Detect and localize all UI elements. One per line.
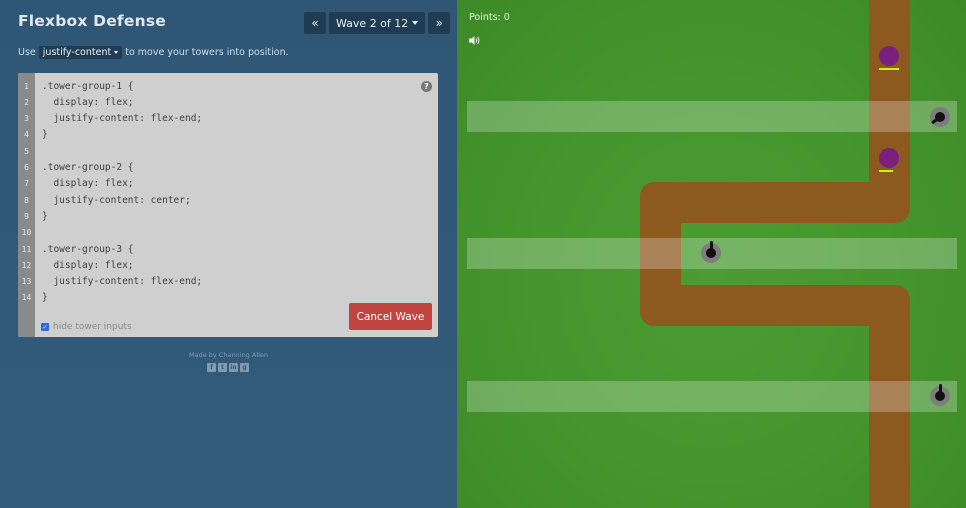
- points-counter: Points: 0: [469, 12, 510, 23]
- line-number: 10: [21, 228, 32, 238]
- property-dropdown[interactable]: justify-content: [38, 46, 123, 59]
- instruction-prefix: Use: [18, 47, 36, 58]
- enemy-health-bar: [879, 170, 893, 172]
- code-text: display: flex;: [42, 96, 134, 108]
- code-line[interactable]: 9}: [18, 208, 438, 224]
- enemy-health-bar: [879, 68, 899, 70]
- line-number: 11: [21, 244, 32, 254]
- hide-inputs-label: hide tower inputs: [53, 322, 132, 332]
- code-line[interactable]: 8 justify-content: center;: [18, 192, 438, 208]
- tower-group-1: [467, 101, 957, 132]
- left-panel: Flexbox Defense « Wave 2 of 12 » Use jus…: [0, 0, 457, 508]
- code-text: display: flex;: [42, 178, 134, 190]
- social-links: f t in g: [207, 363, 249, 372]
- facebook-icon[interactable]: f: [207, 363, 216, 372]
- tower-barrel: [939, 384, 942, 393]
- code-text: justify-content: flex-end;: [42, 276, 203, 288]
- property-label: justify-content: [42, 47, 112, 58]
- line-number: 6: [24, 163, 29, 172]
- enemy: [879, 46, 899, 66]
- code-text: .tower-group-2 {: [42, 162, 134, 173]
- css-editor[interactable]: 1 .tower-group-1 {2 display: flex; 3 justi…: [18, 73, 438, 337]
- line-number: 7: [24, 179, 29, 189]
- line-number: 1: [24, 81, 29, 91]
- code-text: display: flex;: [42, 259, 134, 271]
- speaker-icon[interactable]: [469, 31, 481, 50]
- tower-barrel: [710, 241, 713, 250]
- cancel-wave-button[interactable]: Cancel Wave: [349, 303, 432, 330]
- line-number: 4: [24, 130, 29, 140]
- line-number: 9: [24, 211, 29, 221]
- line-number: 2: [24, 97, 29, 107]
- line-number: 13: [21, 277, 32, 287]
- help-icon[interactable]: ?: [421, 81, 432, 92]
- hide-inputs-toggle[interactable]: ✓ hide tower inputs: [41, 322, 132, 332]
- previous-wave-button[interactable]: «: [304, 12, 326, 34]
- tower-group-3: [467, 381, 957, 412]
- wave-label: Wave 2 of 12: [336, 16, 409, 30]
- code-line[interactable]: 7 display: flex;: [18, 176, 438, 192]
- line-number: 14: [21, 293, 32, 303]
- code-line[interactable]: 6 .tower-group-2 {: [18, 160, 438, 176]
- checkbox-checked-icon[interactable]: ✓: [41, 323, 49, 331]
- linkedin-icon[interactable]: in: [229, 363, 238, 372]
- code-text: .tower-group-3 {: [42, 243, 134, 255]
- code-text: }: [42, 210, 48, 222]
- code-line[interactable]: 3 justify-content: flex-end;: [18, 111, 438, 127]
- instruction-text: Use justify-content to move your towers …: [18, 46, 289, 59]
- code-line[interactable]: 12 display: flex;: [18, 257, 438, 273]
- line-number: 12: [21, 260, 32, 270]
- code-line[interactable]: 1 .tower-group-1 {: [18, 78, 438, 94]
- enemy: [879, 148, 899, 168]
- code-line[interactable]: 13 justify-content: flex-end;: [18, 274, 438, 290]
- code-text: justify-content: flex-end;: [42, 113, 203, 125]
- wave-select-button[interactable]: Wave 2 of 12: [329, 12, 426, 34]
- code-line[interactable]: 10: [18, 225, 438, 241]
- line-number: 3: [24, 114, 29, 124]
- line-number: 5: [24, 146, 29, 156]
- chevron-down-icon: [114, 51, 119, 54]
- app-title: Flexbox Defense: [18, 12, 166, 30]
- credit-text: Made by Channing Allen: [189, 351, 268, 359]
- code-text: }: [42, 129, 48, 141]
- github-icon[interactable]: g: [240, 363, 249, 372]
- game-board: Points: 0: [457, 0, 966, 508]
- code-line[interactable]: 11 .tower-group-3 {: [18, 241, 438, 257]
- next-wave-button[interactable]: »: [428, 12, 451, 34]
- instruction-suffix: to move your towers into position.: [125, 47, 289, 58]
- code-text: .tower-group-1 {: [42, 80, 134, 92]
- code-text: }: [42, 292, 48, 304]
- wave-navigation: « Wave 2 of 12 »: [304, 12, 451, 34]
- code-line[interactable]: 2 display: flex;: [18, 94, 438, 110]
- code-text: justify-content: center;: [42, 194, 191, 206]
- code-line[interactable]: 4}: [18, 127, 438, 143]
- twitter-icon[interactable]: t: [218, 363, 227, 372]
- chevron-down-icon: [412, 21, 419, 25]
- line-number: 8: [24, 195, 29, 205]
- code-line[interactable]: 5: [18, 143, 438, 159]
